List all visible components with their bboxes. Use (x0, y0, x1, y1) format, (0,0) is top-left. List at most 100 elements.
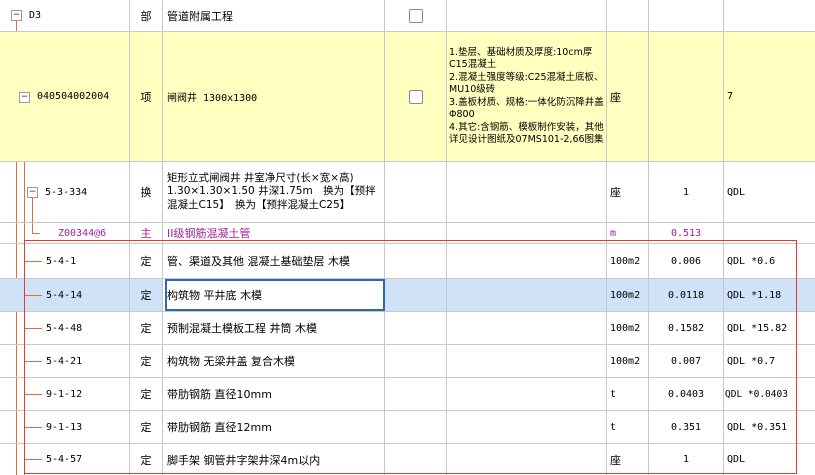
desc-cell[interactable] (447, 223, 607, 243)
quantity-cell[interactable]: 0.006 (649, 244, 724, 278)
name-cell[interactable]: 构筑物 无梁井盖 复合木模 (163, 345, 385, 377)
desc-cell[interactable] (447, 0, 607, 31)
name-cell[interactable]: II级钢筋混凝土管 (163, 223, 385, 243)
name-cell[interactable]: 脚手架 钢管井字架井深4m以内 (163, 444, 385, 475)
table-row-selected[interactable]: 5-4-14 定 构筑物 平井底 木模 100m2 0.0118 QDL *1.… (0, 279, 815, 312)
quantity-cell[interactable]: 1 (649, 444, 724, 475)
table-row[interactable]: 5-4-48 定 预制混凝土模板工程 井筒 木模 100m2 0.1582 QD… (0, 312, 815, 345)
code-cell[interactable]: 5-4-1 (0, 244, 130, 278)
code-cell[interactable]: 5-4-48 (0, 312, 130, 344)
code-cell[interactable]: − D3 (0, 0, 130, 31)
expression-cell[interactable]: 7 (724, 32, 815, 161)
checkbox-cell[interactable] (385, 444, 447, 475)
table-row[interactable]: 5-4-57 定 脚手架 钢管井字架井深4m以内 座 1 QDL (0, 444, 815, 475)
checkbox-cell[interactable] (385, 0, 447, 31)
budget-grid: − D3 部 管道附属工程 − 040504002004 项 闸阀井 1300x… (0, 0, 815, 475)
collapse-toggle-icon[interactable]: − (27, 187, 38, 198)
desc-cell[interactable] (447, 162, 607, 222)
expression-cell[interactable] (724, 223, 815, 243)
quantity-cell[interactable]: 1 (649, 162, 724, 222)
quantity-cell[interactable] (649, 0, 724, 31)
code-cell[interactable]: 9-1-12 (0, 378, 130, 410)
type-cell: 定 (130, 345, 163, 377)
quantity-cell[interactable]: 0.0403 (649, 378, 724, 410)
unit-cell[interactable]: 座 (607, 162, 649, 222)
unit-cell[interactable]: 座 (607, 32, 649, 161)
expression-cell[interactable]: QDL *0.7 (724, 345, 815, 377)
expression-cell[interactable]: QDL *15.82 (724, 312, 815, 344)
name-cell[interactable]: 预制混凝土模板工程 井筒 木模 (163, 312, 385, 344)
expression-cell[interactable]: QDL (724, 162, 815, 222)
row-checkbox[interactable] (408, 8, 423, 23)
cell-edit-box[interactable] (165, 279, 385, 311)
name-cell[interactable]: 带肋钢筋 直径12mm (163, 411, 385, 443)
unit-cell[interactable]: t (607, 378, 649, 410)
table-row[interactable]: − D3 部 管道附属工程 (0, 0, 815, 32)
desc-cell[interactable] (447, 345, 607, 377)
desc-cell[interactable] (447, 411, 607, 443)
type-cell: 定 (130, 279, 163, 311)
expression-cell[interactable]: QDL *1.18 (724, 279, 815, 311)
desc-cell[interactable] (447, 444, 607, 475)
code-text: 5-4-14 (46, 289, 83, 301)
checkbox-cell[interactable] (385, 244, 447, 278)
code-cell[interactable]: Z00344@6 (0, 223, 130, 243)
name-cell[interactable]: 管道附属工程 (163, 0, 385, 31)
collapse-toggle-icon[interactable]: − (19, 92, 30, 103)
quantity-cell[interactable]: 0.007 (649, 345, 724, 377)
expression-cell[interactable]: QDL *0.0403 (724, 378, 815, 410)
name-cell[interactable]: 闸阀井 1300x1300 (163, 32, 385, 161)
unit-cell[interactable]: 座 (607, 444, 649, 475)
code-cell[interactable]: − 5-3-334 (0, 162, 130, 222)
tree-line (24, 427, 42, 428)
row-checkbox[interactable] (408, 89, 423, 104)
table-row[interactable]: 5-4-1 定 管、渠道及其他 混凝土基础垫层 木模 100m2 0.006 Q… (0, 244, 815, 279)
quantity-cell[interactable]: 0.0118 (649, 279, 724, 311)
expression-cell[interactable] (724, 0, 815, 31)
code-cell[interactable]: 5-4-57 (0, 444, 130, 475)
checkbox-cell[interactable] (385, 32, 447, 161)
quantity-cell[interactable] (649, 32, 724, 161)
quantity-cell[interactable]: 0.1582 (649, 312, 724, 344)
table-row[interactable]: 9-1-12 定 带肋钢筋 直径10mm t 0.0403 QDL *0.040… (0, 378, 815, 411)
unit-cell[interactable]: 100m2 (607, 345, 649, 377)
expression-cell[interactable]: QDL *0.6 (724, 244, 815, 278)
unit-cell[interactable]: t (607, 411, 649, 443)
table-row[interactable]: 9-1-13 定 带肋钢筋 直径12mm t 0.351 QDL *0.351 (0, 411, 815, 444)
desc-cell[interactable] (447, 378, 607, 410)
checkbox-cell[interactable] (385, 279, 447, 311)
code-text: Z00344@6 (58, 227, 107, 239)
table-row[interactable]: 5-4-21 定 构筑物 无梁井盖 复合木模 100m2 0.007 QDL *… (0, 345, 815, 378)
code-cell[interactable]: 5-4-14 (0, 279, 130, 311)
checkbox-cell[interactable] (385, 378, 447, 410)
type-cell: 定 (130, 244, 163, 278)
name-cell[interactable]: 矩形立式闸阀井 井室净尺寸(长×宽×高) 1.30×1.30×1.50 井深1.… (163, 162, 385, 222)
unit-cell[interactable]: 100m2 (607, 244, 649, 278)
desc-cell[interactable] (447, 312, 607, 344)
checkbox-cell[interactable] (385, 223, 447, 243)
code-cell[interactable]: − 040504002004 (0, 32, 130, 161)
expression-cell[interactable]: QDL (724, 444, 815, 475)
table-row[interactable]: − 040504002004 项 闸阀井 1300x1300 1.垫层、基础材质… (0, 32, 815, 162)
checkbox-cell[interactable] (385, 411, 447, 443)
code-cell[interactable]: 5-4-21 (0, 345, 130, 377)
checkbox-cell[interactable] (385, 345, 447, 377)
desc-cell[interactable] (447, 244, 607, 278)
quantity-cell[interactable]: 0.513 (649, 223, 724, 243)
unit-cell[interactable]: 100m2 (607, 279, 649, 311)
checkbox-cell[interactable] (385, 162, 447, 222)
quantity-cell[interactable]: 0.351 (649, 411, 724, 443)
unit-cell[interactable] (607, 0, 649, 31)
desc-cell[interactable] (447, 279, 607, 311)
name-cell[interactable]: 带肋钢筋 直径10mm (163, 378, 385, 410)
unit-cell[interactable]: 100m2 (607, 312, 649, 344)
desc-cell[interactable]: 1.垫层、基础材质及厚度:10cm厚C15混凝土 2.混凝土强度等级:C25混凝… (447, 32, 607, 161)
checkbox-cell[interactable] (385, 312, 447, 344)
name-cell[interactable]: 管、渠道及其他 混凝土基础垫层 木模 (163, 244, 385, 278)
code-cell[interactable]: 9-1-13 (0, 411, 130, 443)
expression-cell[interactable]: QDL *0.351 (724, 411, 815, 443)
unit-cell[interactable]: m (607, 223, 649, 243)
collapse-toggle-icon[interactable]: − (11, 10, 22, 21)
table-row[interactable]: − 5-3-334 换 矩形立式闸阀井 井室净尺寸(长×宽×高) 1.30×1.… (0, 162, 815, 223)
table-row[interactable]: Z00344@6 主 II级钢筋混凝土管 m 0.513 (0, 223, 815, 244)
